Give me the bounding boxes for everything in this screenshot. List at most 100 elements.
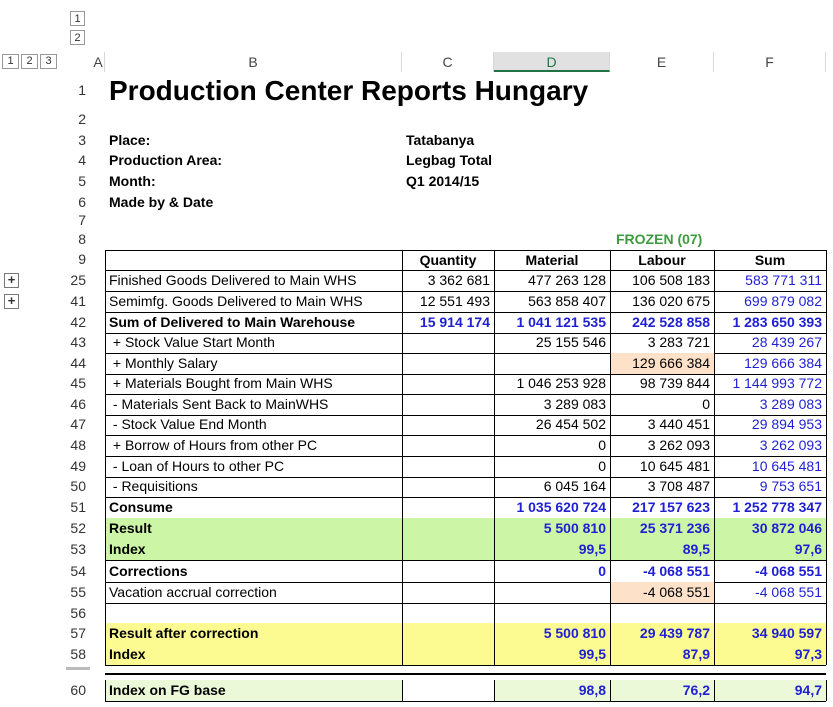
cell-s[interactable]: 34 940 597 [714, 625, 826, 641]
row-number[interactable]: 5 [62, 173, 86, 189]
cell-m[interactable]: 1 041 121 535 [494, 314, 610, 330]
row-label[interactable]: Sum of Delivered to Main Warehouse [105, 314, 402, 330]
row-number[interactable]: 54 [62, 563, 86, 579]
cell-m[interactable]: 0 [494, 458, 610, 474]
row-number[interactable]: 48 [62, 437, 86, 453]
cell-m[interactable]: 0 [494, 437, 610, 453]
cell-s[interactable]: 129 666 384 [714, 355, 826, 371]
cell-q[interactable]: 3 362 681 [402, 272, 494, 288]
row-number[interactable]: 41 [62, 293, 86, 309]
cell-s[interactable]: 3 289 083 [714, 396, 826, 412]
header-material[interactable]: Material [494, 252, 610, 268]
column-header-d[interactable]: D [494, 52, 610, 72]
cell-l[interactable]: 89,5 [610, 541, 714, 557]
row-number[interactable]: 42 [62, 314, 86, 330]
cell-s[interactable]: 1 252 778 347 [714, 499, 826, 515]
cell-s[interactable]: 97,6 [714, 541, 826, 557]
row-label[interactable]: - Loan of Hours to other PC [105, 458, 402, 474]
header-quantity[interactable]: Quantity [402, 252, 494, 268]
row-label[interactable]: Finished Goods Delivered to Main WHS [105, 272, 402, 288]
row-label[interactable]: Semimfg. Goods Delivered to Main WHS [105, 293, 402, 309]
row-number[interactable]: 4 [62, 152, 86, 168]
cell-l[interactable]: 136 020 675 [610, 293, 714, 309]
frozen-label[interactable]: FROZEN (07) [616, 231, 702, 247]
cell-m[interactable]: 6 045 164 [494, 478, 610, 494]
row-label[interactable]: + Monthly Salary [105, 355, 402, 371]
outline-col-level-1-button[interactable]: 1 [2, 54, 19, 69]
cell-s[interactable]: 29 894 953 [714, 416, 826, 432]
info-label-production-area[interactable]: Production Area: [109, 152, 222, 168]
cell-l[interactable]: 29 439 787 [610, 625, 714, 641]
cell-s[interactable]: 94,7 [714, 682, 826, 698]
cell-s[interactable]: 699 879 082 [714, 293, 826, 309]
row-number[interactable]: 53 [62, 541, 86, 557]
cell-l[interactable]: 98 739 844 [610, 375, 714, 391]
row-label[interactable]: Vacation accrual correction [105, 584, 402, 600]
cell-m[interactable]: 1 035 620 724 [494, 499, 610, 515]
cell-m[interactable]: 5 500 810 [494, 625, 610, 641]
cell-s[interactable]: 30 872 046 [714, 520, 826, 536]
row-number[interactable]: 7 [62, 212, 86, 228]
cell-l[interactable]: 10 645 481 [610, 458, 714, 474]
cell-m[interactable]: 25 155 546 [494, 334, 610, 350]
cell-l[interactable]: 76,2 [610, 682, 714, 698]
header-labour[interactable]: Labour [610, 252, 714, 268]
column-header-e[interactable]: E [610, 52, 714, 72]
row-number[interactable]: 55 [62, 584, 86, 600]
row-label[interactable]: - Requisitions [105, 478, 402, 494]
row-number[interactable]: 46 [62, 396, 86, 412]
row-label[interactable]: Index [105, 646, 402, 662]
cell-l[interactable]: -4 068 551 [610, 584, 714, 600]
row-number[interactable]: 50 [62, 478, 86, 494]
cell-s[interactable]: 10 645 481 [714, 458, 826, 474]
cell-m[interactable]: 563 858 407 [494, 293, 610, 309]
row-number[interactable]: 52 [62, 520, 86, 536]
row-number[interactable]: 25 [62, 272, 86, 288]
row-label[interactable]: Result after correction [105, 625, 402, 641]
row-number[interactable]: 58 [62, 646, 86, 662]
cell-m[interactable]: 3 289 083 [494, 396, 610, 412]
cell-s[interactable]: 9 753 651 [714, 478, 826, 494]
row-number[interactable]: 44 [62, 355, 86, 371]
expand-group-row-25-button[interactable]: + [4, 273, 19, 288]
column-header-f[interactable]: F [714, 52, 826, 72]
expand-group-row-41-button[interactable]: + [4, 294, 19, 309]
info-label-place[interactable]: Place: [109, 132, 150, 148]
cell-s[interactable]: 3 262 093 [714, 437, 826, 453]
row-number[interactable]: 3 [62, 132, 86, 148]
row-label[interactable]: Corrections [105, 563, 402, 579]
cell-l[interactable]: 3 262 093 [610, 437, 714, 453]
row-label[interactable]: + Materials Bought from Main WHS [105, 375, 402, 391]
outline-row-level-2-button[interactable]: 2 [70, 30, 85, 45]
column-header-b[interactable]: B [105, 52, 402, 72]
cell-q[interactable]: 15 914 174 [402, 314, 494, 330]
cell-q[interactable]: 12 551 493 [402, 293, 494, 309]
cell-s[interactable]: 1 283 650 393 [714, 314, 826, 330]
cell-s[interactable]: 97,3 [714, 646, 826, 662]
row-label[interactable]: Consume [105, 499, 402, 515]
cell-l[interactable]: 87,9 [610, 646, 714, 662]
cell-l[interactable]: 0 [610, 396, 714, 412]
info-label-made-by[interactable]: Made by & Date [109, 194, 213, 210]
row-label[interactable]: Index on FG base [105, 682, 402, 698]
row-number[interactable]: 56 [62, 605, 86, 621]
info-label-month[interactable]: Month: [109, 173, 156, 189]
header-sum[interactable]: Sum [714, 252, 826, 268]
info-value-production-area[interactable]: Legbag Total [406, 152, 492, 168]
cell-m[interactable]: 0 [494, 563, 610, 579]
row-number[interactable]: 6 [62, 194, 86, 210]
report-title[interactable]: Production Center Reports Hungary [109, 75, 588, 107]
cell-l[interactable]: 3 283 721 [610, 334, 714, 350]
row-number[interactable]: 8 [62, 231, 86, 247]
cell-s[interactable]: 583 771 311 [714, 272, 826, 288]
column-header-a[interactable]: A [92, 52, 105, 72]
outline-col-level-2-button[interactable]: 2 [21, 54, 38, 69]
row-number[interactable]: 2 [62, 111, 86, 127]
cell-m[interactable]: 1 046 253 928 [494, 375, 610, 391]
cell-m[interactable]: 477 263 128 [494, 272, 610, 288]
info-value-place[interactable]: Tatabanya [406, 132, 474, 148]
row-number[interactable]: 9 [62, 251, 86, 267]
row-number[interactable]: 57 [62, 625, 86, 641]
row-number[interactable]: 47 [62, 416, 86, 432]
row-label[interactable]: Index [105, 541, 402, 557]
